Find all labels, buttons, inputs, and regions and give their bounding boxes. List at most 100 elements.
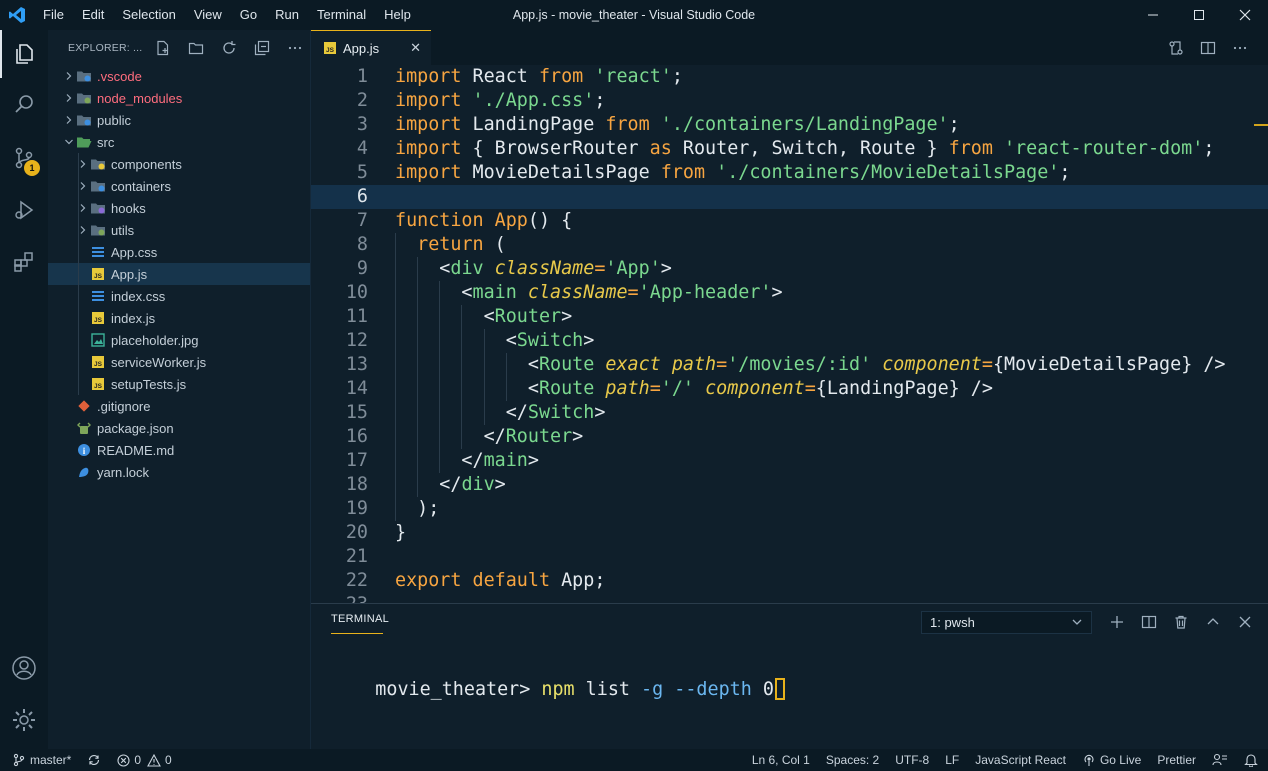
- tree-item-node-modules[interactable]: node_modules: [48, 87, 310, 109]
- panel-tab-terminal[interactable]: TERMINAL: [331, 613, 389, 625]
- feedback-button[interactable]: [1212, 753, 1228, 767]
- encoding-status[interactable]: UTF-8: [895, 753, 929, 767]
- tree-item-package-json[interactable]: package.json: [48, 417, 310, 439]
- tree-item-vscode[interactable]: .vscode: [48, 65, 310, 87]
- menu-terminal[interactable]: Terminal: [308, 0, 375, 30]
- minimize-button[interactable]: [1130, 0, 1176, 30]
- code-token: >: [527, 450, 539, 471]
- split-editor-button[interactable]: [1192, 40, 1224, 56]
- close-window-button[interactable]: [1222, 0, 1268, 30]
- scm-badge: 1: [24, 160, 40, 176]
- code-line: 2 import './App.css';: [311, 89, 1268, 113]
- line-number: 13: [345, 354, 368, 375]
- new-folder-button[interactable]: [179, 40, 212, 56]
- menu-view[interactable]: View: [185, 0, 231, 30]
- more-actions-button[interactable]: [278, 40, 311, 56]
- tree-item-setuptests-js[interactable]: JS setupTests.js: [48, 373, 310, 395]
- menu-file[interactable]: File: [34, 0, 73, 30]
- code-text: <Route path='/' component={LandingPage} …: [395, 377, 993, 401]
- tree-item-src[interactable]: src: [48, 131, 310, 153]
- code-text: <Route exact path='/movies/:id' componen…: [395, 353, 1226, 377]
- explorer-activity-button[interactable]: [0, 30, 48, 78]
- tree-item-index-css[interactable]: index.css: [48, 285, 310, 307]
- manage-activity-button[interactable]: [0, 696, 48, 744]
- line-number: 20: [345, 522, 368, 543]
- menu-run[interactable]: Run: [266, 0, 308, 30]
- tree-item-label: README.md: [97, 442, 175, 458]
- tree-item-utils[interactable]: utils: [48, 219, 310, 241]
- source-control-activity-button[interactable]: 1: [0, 134, 48, 182]
- tree-item-app-js[interactable]: JS App.js: [48, 263, 310, 285]
- tree-item-yarn-lock[interactable]: yarn.lock: [48, 461, 310, 483]
- code-token: './containers/LandingPage': [660, 114, 949, 135]
- code-token: from: [538, 66, 584, 87]
- menu-help[interactable]: Help: [375, 0, 420, 30]
- tab-app-js[interactable]: JS App.js ✕: [311, 30, 431, 65]
- tree-item-serviceworker-js[interactable]: JS serviceWorker.js: [48, 351, 310, 373]
- close-panel-button[interactable]: [1229, 614, 1261, 630]
- open-changes-button[interactable]: [1160, 40, 1192, 56]
- sync-button[interactable]: [87, 753, 101, 767]
- tree-item-gitignore[interactable]: .gitignore: [48, 395, 310, 417]
- code-line: 10 <main className='App-header'>: [311, 281, 1268, 305]
- language-mode[interactable]: JavaScript React: [975, 753, 1066, 767]
- line-number: 14: [345, 378, 368, 399]
- code-line: 7 function App() {: [311, 209, 1268, 233]
- kill-terminal-button[interactable]: [1165, 614, 1197, 630]
- code-token: from: [948, 138, 993, 159]
- code-token: =: [649, 378, 661, 399]
- code-token: return: [417, 234, 484, 255]
- tree-item-readme-md[interactable]: i README.md: [48, 439, 310, 461]
- collapse-folders-button[interactable]: [245, 40, 278, 56]
- refresh-explorer-button[interactable]: [212, 40, 245, 56]
- terminal-line[interactable]: movie_theater> npm list -g --depth 0: [331, 654, 785, 726]
- split-terminal-icon: [1141, 615, 1157, 629]
- code-token: component: [882, 354, 982, 375]
- tree-item-public[interactable]: public: [48, 109, 310, 131]
- code-token: =: [594, 258, 606, 279]
- search-activity-button[interactable]: [0, 80, 48, 128]
- menu-go[interactable]: Go: [231, 0, 266, 30]
- cursor-position[interactable]: Ln 6, Col 1: [752, 753, 810, 767]
- ellipsis-icon: [288, 46, 301, 49]
- line-number: 16: [345, 426, 368, 447]
- extensions-activity-button[interactable]: [0, 238, 48, 286]
- problems-status[interactable]: 0 0: [117, 753, 172, 767]
- tree-item-index-js[interactable]: JS index.js: [48, 307, 310, 329]
- new-file-button[interactable]: [146, 40, 179, 56]
- eol-status[interactable]: LF: [945, 753, 959, 767]
- accounts-activity-button[interactable]: [0, 644, 48, 692]
- code-token: App;: [550, 570, 606, 591]
- close-tab-icon[interactable]: ✕: [410, 40, 421, 56]
- go-live-button[interactable]: Go Live: [1082, 753, 1141, 767]
- code-editor[interactable]: 1 import React from 'react'; 2 import './Ap…: [311, 65, 1268, 603]
- terminal-select[interactable]: 1: pwsh: [921, 611, 1092, 634]
- new-terminal-button[interactable]: [1101, 614, 1133, 630]
- overview-ruler[interactable]: [1254, 65, 1268, 603]
- indentation-status[interactable]: Spaces: 2: [826, 753, 879, 767]
- code-token: );: [395, 498, 440, 519]
- notifications-button[interactable]: [1244, 753, 1258, 767]
- menu-edit[interactable]: Edit: [73, 0, 113, 30]
- tree-item-placeholder-jpg[interactable]: placeholder.jpg: [48, 329, 310, 351]
- branch-status[interactable]: master*: [12, 753, 71, 767]
- tree-item-containers[interactable]: containers: [48, 175, 310, 197]
- indent-guide: [78, 153, 79, 175]
- maximize-button[interactable]: [1176, 0, 1222, 30]
- prettier-status[interactable]: Prettier: [1157, 753, 1196, 767]
- menu-selection[interactable]: Selection: [113, 0, 184, 30]
- tree-item-components[interactable]: components: [48, 153, 310, 175]
- new-file-icon: [156, 40, 168, 55]
- run-debug-activity-button[interactable]: [0, 186, 48, 234]
- tree-item-app-css[interactable]: App.css: [48, 241, 310, 263]
- split-terminal-button[interactable]: [1133, 614, 1165, 630]
- terminal-flag-depth: --depth: [674, 679, 752, 700]
- tree-item-hooks[interactable]: hooks: [48, 197, 310, 219]
- maximize-panel-button[interactable]: [1197, 614, 1229, 630]
- code-line: 21: [311, 545, 1268, 569]
- folder-icon: [90, 157, 106, 171]
- indent-guide: [78, 263, 79, 285]
- editor-more-button[interactable]: [1224, 40, 1256, 56]
- code-token: (: [483, 234, 506, 255]
